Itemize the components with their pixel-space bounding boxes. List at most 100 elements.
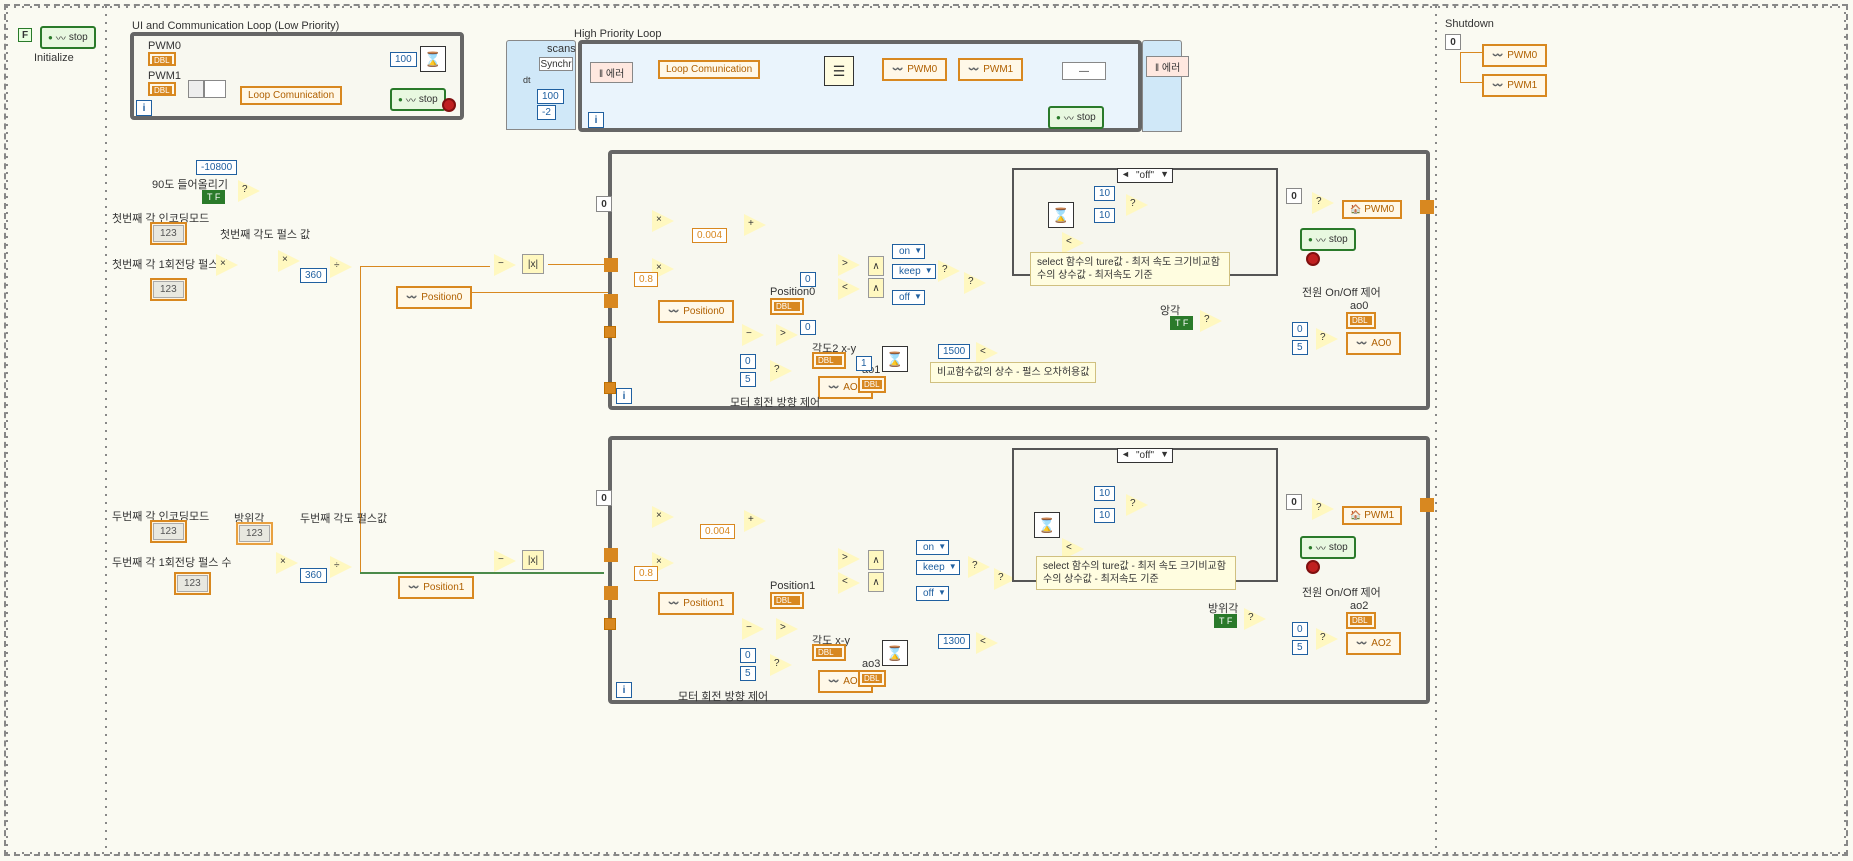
wire-thick <box>360 572 604 574</box>
lbl-ao3: ao3 <box>862 658 880 670</box>
const-0-z2: 0 <box>800 320 816 335</box>
bool-tf-elev[interactable]: T F <box>1170 316 1193 330</box>
wire <box>1460 52 1482 53</box>
frame-divider <box>105 4 107 856</box>
const-5-a: 5 <box>740 372 756 387</box>
const-1300: 1300 <box>938 634 970 649</box>
ctl-azimuth[interactable]: 123 <box>236 522 273 545</box>
ctl-ppr1[interactable]: 123 <box>150 278 187 301</box>
const-0.8-b: 0.8 <box>634 566 658 581</box>
stop-button-m1[interactable]: 〰stop <box>1300 228 1356 251</box>
wire <box>548 264 608 265</box>
ring-off-2[interactable]: off <box>916 586 949 601</box>
select-prim-icon: ? <box>1312 498 1334 520</box>
multiply-prim-icon: × <box>276 552 298 574</box>
zero-shutdown: 0 <box>1445 34 1461 50</box>
loop-comm-vi-ref[interactable]: Loop Comunication <box>240 86 342 105</box>
fpga-position0-inner[interactable]: Position0 <box>658 300 734 323</box>
stop-button-init[interactable]: 〰stop <box>40 26 96 49</box>
ctl-enc-mode2[interactable]: 123 <box>150 520 187 543</box>
fpga-pwm1-shutdown[interactable]: PWM1 <box>1482 74 1547 97</box>
select-prim-icon: ? <box>1126 494 1148 516</box>
add-prim-icon: + <box>744 214 766 236</box>
fpga-position0-read[interactable]: Position0 <box>396 286 472 309</box>
error-out: ‖ 에러 <box>1146 56 1189 77</box>
ring-keep-1[interactable]: keep <box>892 264 936 279</box>
select-prim-icon: ? <box>770 654 792 676</box>
const-5-b: 5 <box>740 666 756 681</box>
multiply-prim-icon: × <box>278 250 300 272</box>
less-prim-icon: < <box>1062 232 1084 254</box>
select-prim-icon: ? <box>1244 608 1266 630</box>
const-5-d: 5 <box>1292 640 1308 655</box>
const-1: 1 <box>856 356 872 371</box>
const-0-z1: 0 <box>800 272 816 287</box>
comment-cmp-const1: 비교함수값의 상수 - 펄스 오차허용값 <box>930 362 1096 383</box>
bool-tf-90lift[interactable]: T F <box>202 190 225 204</box>
select-prim-icon: ? <box>770 360 792 382</box>
local-pwm0-write[interactable]: PWM0 <box>1342 200 1402 219</box>
const-0.004-b: 0.004 <box>700 524 735 539</box>
lbl-pulse-val1: 첫번째 각도 펄스 값 <box>220 226 310 242</box>
tunnel-icon <box>604 618 616 630</box>
synchr-field: Synchr <box>539 57 573 71</box>
block-diagram: F 〰stop Initialize UI and Communication … <box>0 0 1853 861</box>
hp-slider[interactable]: — <box>1062 62 1106 80</box>
fpga-position1-inner[interactable]: Position1 <box>658 592 734 615</box>
const-10-a2: 10 <box>1094 208 1115 223</box>
const-neg10800: -10800 <box>196 160 237 175</box>
loop-comm-vi-ref-hp[interactable]: Loop Comunication <box>658 60 760 79</box>
lbl-pwr-onoff2: 전원 On/Off 제어 <box>1302 584 1381 600</box>
ui-loop-label: UI and Communication Loop (Low Priority) <box>132 20 339 32</box>
const-0-c: 0 <box>1292 322 1308 337</box>
and-prim-icon: ∧ <box>868 550 884 570</box>
anglexy-indicator: DBL <box>812 644 846 661</box>
pwm0-dbl-terminal: DBL <box>148 52 176 66</box>
fpga-ao0[interactable]: AO0 <box>1346 332 1401 355</box>
ring-on-1[interactable]: on <box>892 244 925 259</box>
wire <box>360 266 361 572</box>
ctl-ppr2[interactable]: 123 <box>174 572 211 595</box>
select-prim-icon: ? <box>1312 192 1334 214</box>
bool-tf-azimuth[interactable]: T F <box>1214 614 1237 628</box>
select-prim-icon: ? <box>1316 628 1338 650</box>
lbl-pos0-ind: Position0 <box>770 286 815 298</box>
zero-tunnel-case2: 0 <box>1286 494 1302 510</box>
comment-select-note2: select 함수의 ture값 - 최저 속도 크기비교함수의 상수값 - 최… <box>1036 556 1236 590</box>
const-0.004-a: 0.004 <box>692 228 727 243</box>
tunnel-icon <box>604 382 616 394</box>
lbl-ao0: ao0 <box>1350 300 1368 312</box>
const-1500: 1500 <box>938 344 970 359</box>
abs-prim-icon: |x| <box>522 254 544 274</box>
case-selector-m1[interactable]: "off" <box>1117 168 1173 183</box>
divide-prim-icon: ÷ <box>330 556 352 578</box>
subvi-icon: ⌛ <box>882 640 908 666</box>
ao3-indicator: DBL <box>858 670 886 687</box>
ring-keep-2[interactable]: keep <box>916 560 960 575</box>
case-selector-m2[interactable]: "off" <box>1117 448 1173 463</box>
stop-button-hp[interactable]: 〰stop <box>1048 106 1104 129</box>
initialize-label: Initialize <box>34 52 74 64</box>
ring-off-1[interactable]: off <box>892 290 925 305</box>
shift-register-icon <box>604 586 618 600</box>
select-prim-icon: ? <box>1316 328 1338 350</box>
multiply-prim-icon: × <box>652 210 674 232</box>
zero-tunnel-m1: 0 <box>596 196 612 212</box>
seq-f-icon: F <box>18 28 32 42</box>
pos0-indicator: DBL <box>770 298 804 315</box>
ring-on-2[interactable]: on <box>916 540 949 555</box>
ctl-enc-mode1[interactable]: 123 <box>150 222 187 245</box>
fpga-pwm0-hp[interactable]: PWM0 <box>882 58 947 81</box>
fpga-pwm1-hp[interactable]: PWM1 <box>958 58 1023 81</box>
dt-label: dt <box>523 75 531 85</box>
stop-button-ui[interactable]: 〰stop <box>390 88 446 111</box>
greater-prim-icon: > <box>838 254 860 276</box>
fpga-pwm0-shutdown[interactable]: PWM0 <box>1482 44 1547 67</box>
fpga-position1-read[interactable]: Position1 <box>398 576 474 599</box>
local-pwm1-write[interactable]: PWM1 <box>1342 506 1402 525</box>
stop-button-m2[interactable]: 〰stop <box>1300 536 1356 559</box>
tunnel-icon <box>604 326 616 338</box>
fpga-ao2[interactable]: AO2 <box>1346 632 1401 655</box>
error-in: ‖ 에러 <box>590 62 633 83</box>
select-prim-icon: ? <box>938 260 960 282</box>
